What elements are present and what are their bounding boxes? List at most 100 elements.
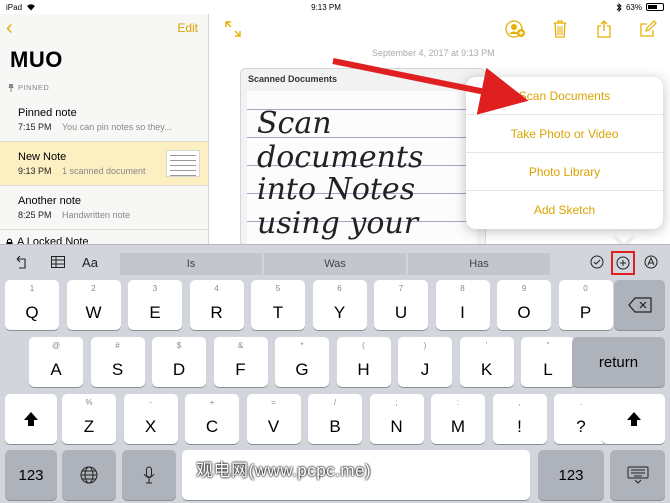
menu-item-take-photo[interactable]: Take Photo or Video — [466, 115, 663, 153]
key-secondary-label: " — [546, 341, 550, 350]
key-secondary-label: 5 — [275, 284, 281, 293]
add-people-icon[interactable] — [494, 17, 538, 41]
share-icon[interactable] — [582, 17, 626, 41]
key-label: H — [357, 360, 370, 379]
suggestion-3[interactable]: Has — [408, 253, 550, 275]
scanned-document-attachment[interactable]: Scanned Documents Scan documents into No… — [240, 68, 486, 245]
status-time: 9:13 PM — [311, 2, 341, 12]
suggestion-1[interactable]: Is — [120, 253, 262, 275]
key-v[interactable]: = V — [246, 394, 301, 444]
key-g[interactable]: * G — [275, 337, 329, 387]
key-label: U — [394, 303, 408, 322]
checklist-icon[interactable] — [587, 252, 607, 272]
key-secondary-label: & — [237, 341, 244, 350]
key-secondary-label: . — [579, 398, 583, 407]
note-time: 7:15 PM — [18, 122, 52, 132]
key-label: ? — [576, 417, 586, 436]
return-key[interactable]: return — [572, 337, 665, 387]
undo-icon[interactable] — [12, 252, 32, 272]
numbers-key-left[interactable]: 123 — [5, 450, 57, 500]
delete-icon — [614, 280, 665, 330]
key-h[interactable]: (H — [336, 337, 391, 387]
note-list-item-new[interactable]: New Note 9:13 PM 1 scanned document — [0, 142, 208, 186]
key-c[interactable]: + C — [185, 394, 239, 444]
dictation-key[interactable] — [122, 450, 176, 500]
delete-key[interactable] — [614, 280, 665, 330]
expand-icon[interactable] — [224, 20, 242, 38]
pinned-section-header: PINNED — [8, 83, 49, 92]
key-r[interactable]: 4R — [189, 280, 244, 330]
text-format-icon[interactable]: Aa — [78, 252, 102, 272]
numbers-key-right[interactable]: 123 — [538, 450, 604, 500]
key-s[interactable]: # S — [90, 337, 145, 387]
key-q[interactable]: 1Q — [5, 280, 59, 330]
globe-icon — [62, 450, 116, 500]
key-label: Y — [333, 303, 346, 322]
edit-button[interactable]: Edit — [177, 21, 198, 35]
key-f[interactable]: & F — [213, 337, 268, 387]
key-secondary-label: * — [300, 341, 304, 350]
compose-icon[interactable] — [626, 17, 670, 41]
key-b[interactable]: / B — [308, 394, 362, 444]
table-icon[interactable] — [48, 252, 68, 272]
key-o[interactable]: 9O — [497, 280, 551, 330]
note-preview: 1 scanned document — [62, 166, 146, 176]
status-bar: iPad 9:13 PM 63% — [0, 0, 670, 14]
shift-key-right[interactable] — [602, 394, 665, 444]
back-chevron-icon[interactable]: ‹ — [6, 18, 13, 38]
plus-circle-icon — [616, 256, 630, 270]
key-label: E — [149, 303, 161, 322]
note-list-item-another[interactable]: Another note 8:25 PM Handwritten note — [0, 186, 208, 230]
note-thumbnail — [166, 150, 200, 177]
bluetooth-icon — [616, 2, 622, 12]
key-secondary-label: ; — [395, 398, 398, 407]
key-e[interactable]: 3E — [128, 280, 182, 330]
key-n[interactable]: ; N — [369, 394, 424, 444]
key-question[interactable]: .? — [554, 394, 608, 444]
key-secondary-label: 6 — [337, 284, 342, 293]
shift-key-left[interactable] — [5, 394, 57, 444]
shift-icon — [602, 394, 665, 444]
key-exclamation[interactable]: ,! — [492, 394, 547, 444]
watermark-text: 观电网(www.pcpc.me) — [196, 461, 372, 480]
menu-item-add-sketch[interactable]: Add Sketch — [466, 191, 663, 229]
key-secondary-label: 7 — [398, 284, 404, 293]
key-x[interactable]: -X — [123, 394, 178, 444]
menu-item-photo-library[interactable]: Photo Library — [466, 153, 663, 191]
key-p[interactable]: 0P — [558, 280, 613, 330]
note-date: September 4, 2017 at 9:13 PM — [372, 48, 495, 58]
handwriting-line: documents — [257, 140, 423, 175]
note-time: 9:13 PM — [18, 166, 52, 176]
key-i[interactable]: 8I — [435, 280, 490, 330]
key-label: T — [272, 303, 284, 322]
key-l[interactable]: " L — [521, 337, 575, 387]
key-z[interactable]: % Z — [62, 394, 116, 444]
keyboard-dismiss-icon — [610, 450, 665, 500]
key-a[interactable]: @ A — [29, 337, 83, 387]
markup-icon[interactable] — [641, 252, 661, 272]
key-label: O — [517, 303, 531, 322]
note-title: Pinned note — [18, 107, 77, 119]
handwriting-line: into Notes — [257, 172, 415, 207]
trash-icon[interactable] — [538, 17, 582, 41]
key-secondary-label: % — [85, 398, 93, 407]
key-m[interactable]: :M — [431, 394, 485, 444]
key-d[interactable]: $ D — [152, 337, 206, 387]
add-attachment-button[interactable] — [611, 251, 635, 275]
folder-title: MUO — [10, 47, 63, 72]
menu-item-scan-documents[interactable]: Scan Documents — [466, 77, 663, 115]
key-k[interactable]: ' K — [459, 337, 514, 387]
hide-keyboard-key[interactable] — [610, 450, 665, 500]
key-j[interactable]: ) J — [398, 337, 452, 387]
key-t[interactable]: 5T — [251, 280, 305, 330]
suggestion-2[interactable]: Was — [264, 253, 406, 275]
note-list-item-pinned[interactable]: Pinned note 7:15 PM You can pin notes so… — [0, 98, 208, 142]
key-u[interactable]: 7U — [374, 280, 428, 330]
key-secondary-label: 0 — [583, 284, 588, 293]
key-secondary-label: 2 — [91, 284, 96, 293]
key-label: J — [420, 360, 430, 379]
key-y[interactable]: 6Y — [312, 280, 367, 330]
key-w[interactable]: 2W — [66, 280, 121, 330]
key-label: B — [329, 417, 341, 436]
globe-key[interactable] — [62, 450, 116, 500]
